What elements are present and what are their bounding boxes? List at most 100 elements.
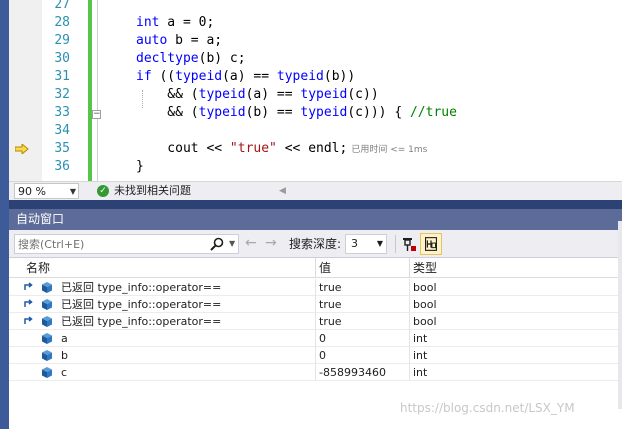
vertical-scrollbar[interactable] [618,221,622,409]
code-token: && ( [136,87,199,102]
line-number: 35 [54,141,70,156]
table-row[interactable]: b 0 int [9,347,622,364]
variable-name: type_info::operator== [97,315,222,328]
window-left-strip [0,0,9,429]
code-keyword: decltype [136,51,199,66]
code-keyword: typeid [276,69,324,84]
return-value-icon [24,282,33,290]
zoom-value: 90 % [18,185,46,198]
name-cell[interactable]: 已返回 type_info::operator== [61,279,311,296]
code-text[interactable]: if ((typeid(a) == typeid(b)) [136,68,355,86]
scroll-left-icon[interactable]: ◀ [279,182,286,200]
search-depth-value: 3 [351,237,358,250]
code-line[interactable]: 30 decltype(b) c; [0,50,622,68]
value-cell[interactable]: 0 [319,330,409,347]
hex-display-icon[interactable] [420,233,442,255]
value-cell[interactable]: -858993460 [319,364,409,381]
return-value-icon [24,299,33,307]
name-cell[interactable]: a [61,330,311,347]
variable-cube-icon [42,333,52,344]
code-keyword: typeid [300,87,348,102]
code-text[interactable]: decltype(b) c; [136,50,246,68]
variable-cube-icon [42,350,52,361]
variable-name: type_info::operator== [97,298,222,311]
autos-title-bar[interactable]: 自动窗口 [9,209,622,230]
code-line[interactable]: 36} [0,158,622,176]
code-line[interactable]: 35 cout << "true" << endl; 已用时间 <= 1ms [0,140,622,158]
column-header-type[interactable]: 类型 [409,258,622,278]
code-token: && ( [136,105,199,120]
code-editor[interactable]: − 27 28 int a = 0; 29 auto b = a; 30 decltype(… [0,0,622,181]
variable-cube-icon [42,299,52,310]
name-cell[interactable]: 已返回 type_info::operator== [61,313,311,330]
column-header-value[interactable]: 值 [315,258,409,278]
value-cell[interactable]: 0 [319,347,409,364]
code-line[interactable]: 29 auto b = a; [0,32,622,50]
grid-header: 名称 值 类型 [9,258,622,278]
value-cell[interactable]: true [319,313,409,330]
code-token: (b)) [323,69,356,84]
code-text[interactable]: auto b = a; [136,32,222,50]
code-line[interactable]: 33 && (typeid(b) == typeid(c))) { //true [0,104,622,122]
type-cell: int [413,349,428,362]
issues-status-text[interactable]: 未找到相关问题 [114,182,191,200]
value-cell[interactable]: true [319,279,409,296]
code-text[interactable]: } [136,158,144,176]
table-row[interactable]: 已返回 type_info::operator== true bool [9,279,622,296]
search-depth-label: 搜索深度: [289,237,342,251]
column-divider [409,296,410,313]
code-token: } [136,159,144,174]
code-line[interactable]: 28 int a = 0; [0,14,622,32]
table-row[interactable]: 已返回 type_info::operator== true bool [9,313,622,330]
name-cell[interactable]: 已返回 type_info::operator== [61,296,311,313]
watermark-text: https://blog.csdn.net/LSX_YM [400,401,575,415]
code-text[interactable]: int a = 0; [136,14,214,32]
variable-cube-icon [42,282,52,293]
code-line[interactable]: 34 [0,122,622,140]
column-divider [315,330,316,347]
name-cell[interactable]: c [61,364,311,381]
code-token: << endl; [276,141,348,156]
line-number: 31 [54,69,70,84]
search-icon[interactable] [209,237,225,251]
line-number: 32 [54,87,70,102]
line-number: 30 [54,51,70,66]
search-input[interactable] [18,236,203,252]
arrow-right-icon[interactable]: → [265,235,277,251]
code-line[interactable]: 32 && (typeid(a) == typeid(c)) [0,86,622,104]
return-value-icon [24,316,33,324]
autos-title: 自动窗口 [16,212,65,226]
value-cell[interactable]: true [319,296,409,313]
code-line[interactable]: 27 [0,0,622,14]
code-text[interactable]: && (typeid(a) == typeid(c)) [136,86,378,104]
perf-tip[interactable]: 已用时间 <= 1ms [351,145,427,155]
panel-splitter[interactable] [9,200,622,209]
code-keyword: typeid [198,105,246,120]
return-prefix: 已返回 [61,315,94,328]
code-line[interactable]: 31 if ((typeid(a) == typeid(b)) [0,68,622,86]
autos-window: 自动窗口 ▼ ← → 搜索深度: 3 ▼ [9,209,622,429]
table-row[interactable]: c -858993460 int [9,364,622,381]
search-box[interactable]: ▼ [14,234,239,254]
table-row[interactable]: 已返回 type_info::operator== true bool [9,296,622,313]
code-text[interactable]: cout << "true" << endl; 已用时间 <= 1ms [136,140,427,159]
name-cell[interactable]: b [61,347,311,364]
variable-name: a [61,332,68,345]
check-circle-icon[interactable]: ✓ [97,185,109,197]
search-depth-dropdown[interactable]: 3 ▼ [345,234,387,254]
arrow-left-icon[interactable]: ← [245,235,257,251]
code-token: (b) c; [198,51,246,66]
code-token: a = 0; [159,15,215,30]
code-token: (a) == [222,69,277,84]
zoom-dropdown[interactable]: 90 % ▼ [14,183,79,199]
chevron-down-icon[interactable]: ▼ [229,235,235,253]
column-divider [409,330,410,347]
column-divider [315,296,316,313]
return-prefix: 已返回 [61,281,94,294]
code-text[interactable]: && (typeid(b) == typeid(c))) { //true [136,104,457,122]
pin-icon[interactable] [399,235,417,253]
column-header-name[interactable]: 名称 [23,258,319,278]
type-cell: bool [413,315,437,328]
table-row[interactable]: a 0 int [9,330,622,347]
line-number: 34 [54,123,70,138]
